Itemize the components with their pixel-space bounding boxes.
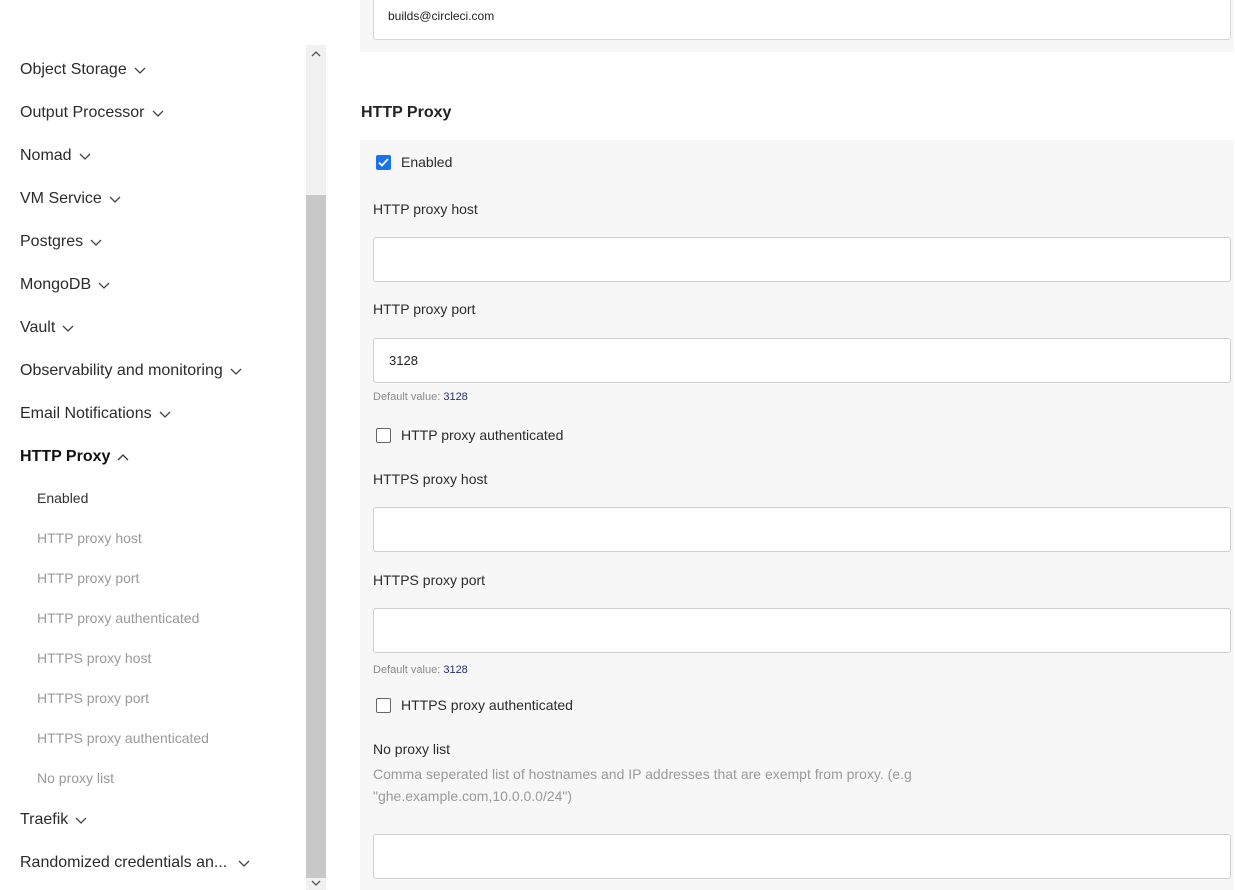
sidebar-item-label: Traefik xyxy=(20,810,69,828)
no-proxy-list-label: No proxy list xyxy=(373,741,451,757)
https-proxy-port-input[interactable] xyxy=(373,608,1231,653)
chevron-down-icon xyxy=(238,860,250,867)
sidebar-item-http-proxy[interactable]: HTTP Proxy xyxy=(0,435,305,478)
sidebar-item-label: Nomad xyxy=(20,146,72,164)
sidebar-item-vm-service[interactable]: VM Service xyxy=(0,177,305,220)
http-proxy-port-label: HTTP proxy port xyxy=(373,301,476,317)
chevron-down-icon xyxy=(90,239,102,246)
sidebar-item-label: VM Service xyxy=(20,189,102,207)
sidebar-item-object-storage[interactable]: Object Storage xyxy=(0,48,305,91)
sidebar-item-label: Randomized credentials an... xyxy=(20,853,228,871)
sidebar-item-label: Output Processor xyxy=(20,103,145,121)
sidebar-subitem-https-proxy-host[interactable]: HTTPS proxy host xyxy=(0,638,305,678)
sidebar-subitem-http-proxy-port[interactable]: HTTP proxy port xyxy=(0,558,305,598)
sidebar-subitem-no-proxy-list[interactable]: No proxy list xyxy=(0,758,305,798)
chevron-down-icon xyxy=(98,282,110,289)
enabled-checkbox[interactable] xyxy=(376,154,391,170)
sidebar-item-mongodb[interactable]: MongoDB xyxy=(0,263,305,306)
https-proxy-authenticated-row[interactable]: HTTPS proxy authenticated xyxy=(376,697,573,713)
http-proxy-host-input[interactable] xyxy=(373,237,1231,282)
sidebar-subitem-https-proxy-port[interactable]: HTTPS proxy port xyxy=(0,678,305,718)
https-proxy-port-default: Default value: 3128 xyxy=(373,664,468,676)
http-proxy-authenticated-checkbox[interactable] xyxy=(376,427,391,443)
check-icon xyxy=(378,157,389,167)
sidebar-item-traefik[interactable]: Traefik xyxy=(0,798,305,841)
chevron-down-icon xyxy=(152,110,163,117)
chevron-down-icon xyxy=(62,325,74,332)
http-proxy-port-default: Default value: 3128 xyxy=(373,391,468,403)
sidebar-subitem-enabled[interactable]: Enabled xyxy=(0,478,305,518)
https-proxy-host-label: HTTPS proxy host xyxy=(373,471,488,487)
sidebar-item-label: MongoDB xyxy=(20,275,92,293)
sidebar-item-label: Email Notifications xyxy=(20,404,152,422)
settings-main: builds@circleci.com HTTP Proxy Enabled H… xyxy=(360,0,1235,890)
scroll-down-arrow-icon[interactable] xyxy=(306,876,326,890)
email-settings-panel: builds@circleci.com xyxy=(360,0,1234,52)
sidebar-item-observability[interactable]: Observability and monitoring xyxy=(0,349,305,392)
sidebar: Object Storage Output Processor Nomad VM… xyxy=(0,0,330,890)
sidebar-item-label: Postgres xyxy=(20,232,84,250)
sidebar-scrollbar-thumb[interactable] xyxy=(306,195,326,878)
sidebar-item-email-notifications[interactable]: Email Notifications xyxy=(0,392,305,435)
https-proxy-authenticated-checkbox[interactable] xyxy=(376,697,391,713)
sidebar-subitem-https-proxy-authenticated[interactable]: HTTPS proxy authenticated xyxy=(0,718,305,758)
sidebar-item-label: Vault xyxy=(20,318,56,336)
chevron-up-icon xyxy=(117,453,129,460)
chevron-down-icon xyxy=(230,368,242,375)
http-proxy-panel: Enabled HTTP proxy host HTTP proxy port … xyxy=(360,140,1234,890)
chevron-down-icon xyxy=(79,153,91,160)
sidebar-item-vault[interactable]: Vault xyxy=(0,306,305,349)
no-proxy-list-input[interactable] xyxy=(373,834,1231,879)
enabled-label: Enabled xyxy=(401,154,453,170)
http-proxy-authenticated-row[interactable]: HTTP proxy authenticated xyxy=(376,427,563,443)
section-title: HTTP Proxy xyxy=(361,104,452,121)
sidebar-item-nomad[interactable]: Nomad xyxy=(0,134,305,177)
sidebar-item-label: Object Storage xyxy=(20,60,127,78)
no-proxy-list-description: Comma seperated list of hostnames and IP… xyxy=(373,766,912,804)
scroll-up-arrow-icon[interactable] xyxy=(306,47,326,61)
chevron-down-icon xyxy=(134,67,146,74)
default-prefix: Default value: xyxy=(373,391,441,403)
sidebar-item-randomized-credentials[interactable]: Randomized credentials an... xyxy=(0,841,305,884)
enabled-checkbox-row[interactable]: Enabled xyxy=(376,154,452,170)
default-prefix: Default value: xyxy=(373,664,441,676)
https-proxy-host-input[interactable] xyxy=(373,507,1231,552)
sidebar-item-postgres[interactable]: Postgres xyxy=(0,220,305,263)
default-value: 3128 xyxy=(443,391,468,403)
default-value: 3128 xyxy=(443,664,468,676)
sidebar-subitem-http-proxy-authenticated[interactable]: HTTP proxy authenticated xyxy=(0,598,305,638)
email-sender-field[interactable]: builds@circleci.com xyxy=(373,0,1231,40)
sidebar-item-label: HTTP Proxy xyxy=(20,447,111,465)
https-proxy-authenticated-label: HTTPS proxy authenticated xyxy=(401,697,573,713)
chevron-down-icon xyxy=(75,817,87,824)
sidebar-nav: Object Storage Output Processor Nomad VM… xyxy=(0,48,305,884)
chevron-down-icon xyxy=(159,411,171,418)
sidebar-item-output-processor[interactable]: Output Processor xyxy=(0,91,305,134)
https-proxy-port-label: HTTPS proxy port xyxy=(373,572,486,588)
sidebar-subitem-http-proxy-host[interactable]: HTTP proxy host xyxy=(0,518,305,558)
http-proxy-host-label: HTTP proxy host xyxy=(373,201,478,217)
http-proxy-authenticated-label: HTTP proxy authenticated xyxy=(401,427,564,443)
http-proxy-port-input[interactable]: 3128 xyxy=(373,338,1231,383)
chevron-down-icon xyxy=(109,196,121,203)
sidebar-item-label: Observability and monitoring xyxy=(20,361,223,379)
